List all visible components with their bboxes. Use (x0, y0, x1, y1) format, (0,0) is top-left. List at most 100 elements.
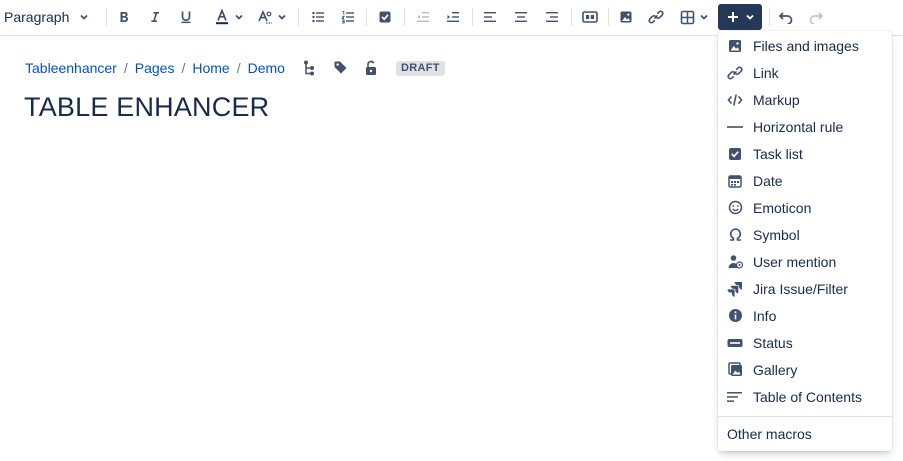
checkbox-icon (727, 146, 743, 162)
menu-item-horizontal-rule[interactable]: Horizontal rule (718, 113, 892, 140)
italic-icon (148, 10, 162, 24)
bold-button[interactable] (113, 4, 135, 30)
menu-item-label: Gallery (753, 361, 798, 378)
checkbox-icon (378, 10, 392, 24)
task-button[interactable] (374, 4, 396, 30)
breadcrumb-separator: / (123, 60, 128, 76)
menu-item-label: Markup (753, 91, 800, 108)
status-icon (727, 335, 743, 351)
menu-item-label: Status (753, 334, 793, 351)
other-macros-item[interactable]: Other macros (727, 426, 812, 442)
emoji-icon (727, 200, 743, 216)
align-left-button[interactable] (479, 4, 501, 30)
chevron-down-icon (234, 12, 244, 22)
toolbar-divider (608, 8, 609, 26)
breadcrumb: Tableenhancer / Pages / Home / Demo (25, 59, 285, 77)
paragraph-style-dropdown[interactable]: Paragraph (4, 4, 98, 30)
menu-item-label: User mention (753, 253, 837, 270)
menu-item-gallery[interactable]: Gallery (718, 356, 892, 383)
calendar-icon (727, 173, 743, 189)
redo-button[interactable] (805, 4, 827, 30)
bullet-list-button[interactable] (307, 4, 329, 30)
jira-icon (727, 281, 743, 297)
menu-item-date[interactable]: Date (718, 167, 892, 194)
menu-item-label: Emoticon (753, 199, 812, 216)
menu-divider (718, 416, 892, 417)
table-icon (680, 10, 695, 25)
menu-item-jira-issue-filter[interactable]: Jira Issue/Filter (718, 275, 892, 302)
numbered-list-button[interactable] (337, 4, 359, 30)
link-button[interactable] (645, 4, 667, 30)
menu-item-symbol[interactable]: Symbol (718, 221, 892, 248)
bullet-list-icon (311, 10, 325, 24)
breadcrumb-item[interactable]: Tableenhancer (25, 60, 117, 76)
menu-item-task-list[interactable]: Task list (718, 140, 892, 167)
image-icon (727, 38, 743, 54)
menu-item-label: Horizontal rule (753, 118, 844, 135)
menu-item-label: Link (753, 64, 779, 81)
table-button[interactable] (676, 4, 712, 30)
tag-icon[interactable] (333, 60, 348, 80)
toolbar-divider (571, 8, 572, 26)
align-right-icon (545, 10, 559, 24)
breadcrumb-item[interactable]: Pages (135, 60, 175, 76)
info-icon (727, 308, 743, 324)
layout-button[interactable] (578, 4, 602, 30)
breadcrumb-separator: / (236, 60, 241, 76)
breadcrumb-separator: / (181, 60, 186, 76)
numbered-list-icon (341, 10, 355, 24)
chevron-down-icon (745, 12, 755, 22)
bold-icon (117, 10, 131, 24)
unlock-icon[interactable] (364, 60, 378, 81)
indent-button[interactable] (442, 4, 464, 30)
menu-item-link[interactable]: Link (718, 59, 892, 86)
menu-item-label: Info (753, 307, 777, 324)
toolbar-divider (404, 8, 405, 26)
undo-button[interactable] (775, 4, 797, 30)
menu-item-label: Table of Contents (753, 388, 862, 405)
menu-item-table-of-contents[interactable]: Table of Contents (718, 383, 892, 410)
menu-item-label: Date (753, 172, 783, 189)
user-icon (727, 254, 743, 270)
text-color-icon (214, 9, 230, 25)
underline-icon (179, 10, 193, 24)
menu-item-label: Jira Issue/Filter (753, 280, 848, 297)
gallery-icon (727, 362, 743, 378)
code-icon (727, 92, 743, 108)
image-button[interactable] (615, 4, 637, 30)
insert-menu: Files and images Link Markup Horizontal … (718, 31, 892, 451)
outdent-button[interactable] (412, 4, 434, 30)
breadcrumb-item[interactable]: Home (192, 60, 229, 76)
menu-item-status[interactable]: Status (718, 329, 892, 356)
menu-item-markup[interactable]: Markup (718, 86, 892, 113)
breadcrumb-item[interactable]: Demo (248, 60, 285, 76)
underline-button[interactable] (175, 4, 197, 30)
toolbar-divider (298, 8, 299, 26)
menu-item-label: Symbol (753, 226, 800, 243)
insert-button[interactable] (718, 4, 762, 30)
layout-icon (582, 10, 598, 24)
text-color-button[interactable] (211, 4, 247, 30)
link-icon (727, 65, 743, 81)
menu-item-label: Files and images (753, 37, 859, 54)
image-icon (619, 10, 633, 24)
plus-icon (726, 10, 740, 24)
outdent-icon (416, 10, 430, 24)
menu-item-emoticon[interactable]: Emoticon (718, 194, 892, 221)
page-title[interactable]: TABLE ENHANCER (24, 92, 269, 123)
toolbar-divider (769, 8, 770, 26)
menu-item-info[interactable]: Info (718, 302, 892, 329)
text-formatting-button[interactable] (254, 4, 290, 30)
italic-button[interactable] (144, 4, 166, 30)
menu-item-files-and-images[interactable]: Files and images (718, 32, 892, 59)
horizontal-rule-icon (727, 119, 743, 135)
align-left-icon (483, 10, 497, 24)
status-badge: DRAFT (396, 61, 445, 76)
toolbar-divider (366, 8, 367, 26)
align-center-button[interactable] (510, 4, 532, 30)
align-right-button[interactable] (541, 4, 563, 30)
page-tree-icon[interactable] (302, 60, 316, 81)
menu-item-user-mention[interactable]: User mention (718, 248, 892, 275)
more-formatting-icon (257, 9, 273, 25)
chevron-down-icon (699, 12, 709, 22)
